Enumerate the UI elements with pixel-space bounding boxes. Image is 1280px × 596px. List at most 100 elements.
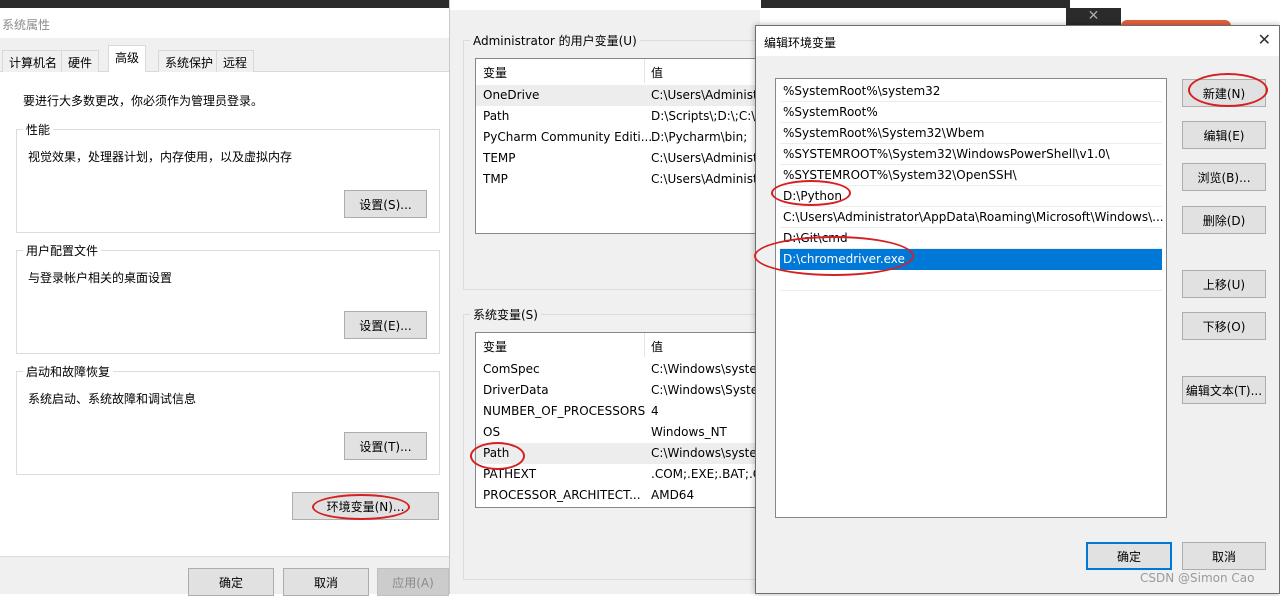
var-name: ComSpec [483, 362, 540, 376]
system-var-row[interactable]: OS Windows_NT [476, 422, 764, 443]
apply-button[interactable]: 应用(A) [377, 568, 449, 596]
close-icon[interactable]: ✕ [1258, 30, 1271, 49]
var-name: OS [483, 425, 501, 439]
tab-remote[interactable]: 远程 [216, 50, 255, 72]
cancel-button[interactable]: 取消 [1182, 542, 1266, 570]
var-value: Windows_NT [651, 425, 727, 439]
path-entry[interactable]: %SystemRoot%\System32\Wbem [780, 123, 1162, 144]
environment-variables-button[interactable]: 环境变量(N)... [292, 492, 439, 520]
user-profiles-group: 用户配置文件 与登录帐户相关的桌面设置 设置(E)... [16, 242, 440, 354]
system-var-row[interactable]: ComSpec C:\Windows\syster [476, 359, 764, 380]
path-entry[interactable]: C:\Users\Administrator\AppData\Roaming\M… [780, 207, 1164, 228]
tab-hardware[interactable]: 硬件 [61, 50, 100, 72]
edit-environment-variable-dialog: 编辑环境变量 ✕ %SystemRoot%\system32 %SystemRo… [754, 25, 1280, 594]
user-var-row[interactable]: TMP C:\Users\Administ [476, 169, 764, 190]
var-value: D:\Scripts\;D:\;C:\U [651, 109, 765, 123]
browse-button[interactable]: 浏览(B)... [1182, 163, 1266, 191]
edit-text-button[interactable]: 编辑文本(T)... [1182, 376, 1266, 404]
tab-system-protection[interactable]: 系统保护 [158, 50, 221, 72]
window-title: 系统属性 [0, 8, 449, 38]
path-entry[interactable]: D:\Git\cmd [780, 228, 1162, 249]
var-name: PROCESSOR_ARCHITECT... [483, 488, 641, 502]
system-var-row[interactable]: NUMBER_OF_PROCESSORS 4 [476, 401, 764, 422]
performance-description: 视觉效果，处理器计划，内存使用，以及虚拟内存 [28, 150, 293, 164]
system-variables-list[interactable]: 变量 值 ComSpec C:\Windows\syster DriverData… [475, 332, 765, 508]
path-entry[interactable]: D:\Python [780, 186, 1162, 207]
var-name: TEMP [483, 151, 516, 165]
column-separator[interactable] [644, 59, 645, 83]
var-value: C:\Users\Administ [651, 151, 758, 165]
tab-advanced[interactable]: 高级 [108, 45, 147, 73]
system-var-row[interactable]: DriverData C:\Windows\Syster [476, 380, 764, 401]
startup-recovery-settings-button[interactable]: 设置(T)... [344, 432, 427, 460]
background-close-icon[interactable]: ✕ [1066, 8, 1121, 25]
path-entry-empty[interactable] [780, 270, 1162, 291]
dialog-footer: 确定 取消 应用(A) [0, 556, 449, 596]
var-value: C:\Windows\Syster [651, 383, 764, 397]
move-down-button[interactable]: 下移(O) [1182, 312, 1266, 340]
user-profiles-description: 与登录帐户相关的桌面设置 [28, 271, 173, 285]
cancel-button[interactable]: 取消 [283, 568, 369, 596]
column-separator[interactable] [644, 333, 645, 357]
edit-button[interactable]: 编辑(E) [1182, 121, 1266, 149]
user-var-row[interactable]: OneDrive C:\Users\Administ [476, 85, 764, 106]
tab-panel-advanced: 要进行大多数更改，你必须作为管理员登录。 性能 视觉效果，处理器计划，内存使用，… [0, 72, 449, 556]
ok-button[interactable]: 确定 [1086, 542, 1172, 570]
startup-recovery-description: 系统启动、系统故障和调试信息 [28, 392, 197, 406]
var-value: D:\Pycharm\bin; [651, 130, 748, 144]
path-entry[interactable]: %SystemRoot%\system32 [780, 81, 1162, 102]
system-var-row[interactable]: PROCESSOR_ARCHITECT... AMD64 [476, 485, 764, 506]
system-variables-label: 系统变量(S) [470, 306, 541, 323]
system-properties-window: 系统属性 计算机名 硬件 高级 系统保护 远程 要进行大多数更改，你必须作为管理… [0, 8, 449, 596]
var-name: OneDrive [483, 88, 540, 102]
user-var-row[interactable]: TEMP C:\Users\Administ [476, 148, 764, 169]
user-var-row[interactable]: Path D:\Scripts\;D:\;C:\U [476, 106, 764, 127]
user-variables-label: Administrator 的用户变量(U) [470, 32, 640, 49]
user-profiles-settings-button[interactable]: 设置(E)... [344, 311, 427, 339]
var-value: .COM;.EXE;.BAT;.C [651, 467, 762, 481]
ok-button[interactable]: 确定 [188, 568, 274, 596]
performance-label: 性能 [23, 121, 54, 138]
var-value: C:\Users\Administ [651, 172, 758, 186]
var-name: Path [483, 109, 510, 123]
var-value: C:\Windows\syster [651, 362, 762, 376]
var-name: DriverData [483, 383, 549, 397]
watermark: CSDN @Simon Cao [1140, 571, 1255, 585]
column-variable[interactable]: 变量 [483, 338, 507, 355]
move-up-button[interactable]: 上移(U) [1182, 270, 1266, 298]
tab-strip: 计算机名 硬件 高级 系统保护 远程 [0, 38, 449, 73]
user-profiles-label: 用户配置文件 [23, 242, 102, 259]
var-name: PATHEXT [483, 467, 537, 481]
var-value: C:\Users\Administ [651, 88, 758, 102]
user-variables-list[interactable]: 变量 值 OneDrive C:\Users\Administ Path D:\Sc… [475, 58, 765, 234]
performance-settings-button[interactable]: 设置(S)... [344, 190, 427, 218]
column-value[interactable]: 值 [651, 64, 663, 81]
list-header: 变量 值 [476, 333, 764, 357]
path-entries-list[interactable]: %SystemRoot%\system32 %SystemRoot% %Syst… [775, 78, 1167, 518]
var-name: Path [483, 446, 510, 460]
list-header: 变量 值 [476, 59, 764, 83]
system-var-row[interactable]: PATHEXT .COM;.EXE;.BAT;.C [476, 464, 764, 485]
var-value: C:\Windows\syster [651, 446, 762, 460]
path-entry[interactable]: %SYSTEMROOT%\System32\WindowsPowerShell\… [780, 144, 1162, 165]
dialog-title: 编辑环境变量 [764, 36, 837, 50]
admin-notice: 要进行大多数更改，你必须作为管理员登录。 [23, 94, 264, 108]
var-name: TMP [483, 172, 508, 186]
path-entry[interactable]: %SYSTEMROOT%\System32\OpenSSH\ [780, 165, 1162, 186]
environment-variables-window: Administrator 的用户变量(U) 变量 值 OneDrive C:\U… [449, 0, 765, 594]
var-name: NUMBER_OF_PROCESSORS [483, 404, 646, 418]
var-value: 4 [651, 404, 659, 418]
column-variable[interactable]: 变量 [483, 64, 507, 81]
delete-button[interactable]: 删除(D) [1182, 206, 1266, 234]
new-button[interactable]: 新建(N) [1182, 79, 1266, 107]
startup-recovery-group: 启动和故障恢复 系统启动、系统故障和调试信息 设置(T)... [16, 363, 440, 475]
window-titlebar [450, 0, 761, 10]
tab-computer-name[interactable]: 计算机名 [2, 50, 65, 72]
user-var-row[interactable]: PyCharm Community Editi... D:\Pycharm\bin… [476, 127, 764, 148]
path-entry[interactable]: %SystemRoot% [780, 102, 1162, 123]
system-var-row-path[interactable]: Path C:\Windows\syster [476, 443, 764, 464]
performance-group: 性能 视觉效果，处理器计划，内存使用，以及虚拟内存 设置(S)... [16, 121, 440, 233]
column-value[interactable]: 值 [651, 338, 663, 355]
path-entry-selected[interactable]: D:\chromedriver.exe [780, 249, 1162, 270]
var-name: PyCharm Community Editi... [483, 130, 653, 144]
